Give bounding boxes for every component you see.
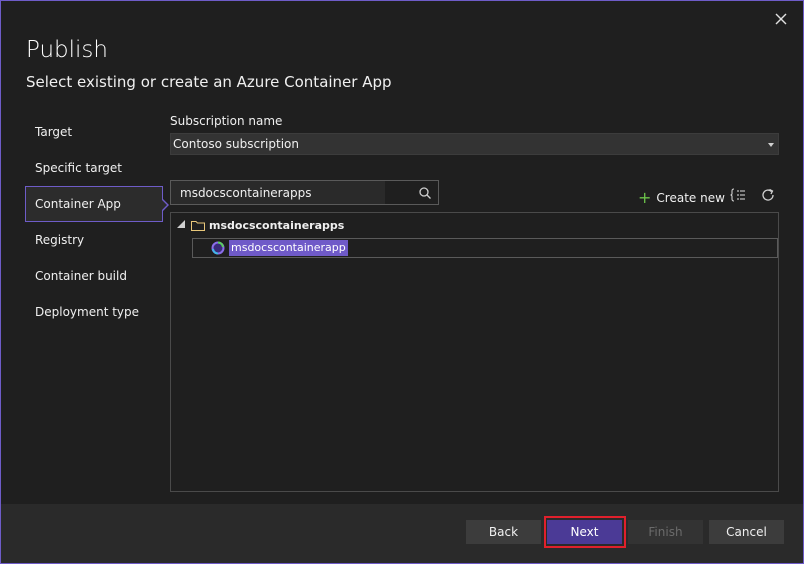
subscription-label: Subscription name — [170, 114, 283, 128]
wizard-steps-nav: Target Specific target Container App Reg… — [25, 114, 169, 330]
nav-item-label: Registry — [35, 233, 85, 247]
group-by-icon[interactable] — [730, 187, 746, 203]
subscription-dropdown[interactable]: Contoso subscription — [170, 133, 779, 155]
publish-dialog: Publish Select existing or create an Azu… — [0, 0, 804, 564]
nav-item-target[interactable]: Target — [25, 114, 163, 150]
nav-item-label: Specific target — [35, 161, 123, 175]
tree-group-label: msdocscontainerapps — [209, 219, 345, 232]
nav-item-registry[interactable]: Registry — [25, 222, 163, 258]
tree-item-container-app[interactable]: msdocscontainerapp — [192, 238, 778, 258]
cancel-button[interactable]: Cancel — [709, 520, 784, 544]
dialog-title: Publish — [26, 37, 108, 63]
nav-item-deployment-type[interactable]: Deployment type — [25, 294, 163, 330]
search-input[interactable] — [171, 181, 385, 204]
container-app-tree: msdocscontainerapps msdocscontainerapp — [170, 212, 779, 492]
nav-item-container-build[interactable]: Container build — [25, 258, 163, 294]
nav-item-label: Deployment type — [35, 305, 140, 319]
plus-icon: + — [638, 188, 652, 207]
search-icon[interactable] — [418, 186, 432, 200]
expand-arrow-icon[interactable] — [177, 220, 185, 228]
nav-item-label: Container App — [35, 197, 121, 211]
folder-icon — [191, 220, 205, 231]
close-icon[interactable] — [773, 11, 789, 27]
back-button[interactable]: Back — [466, 520, 541, 544]
chevron-down-icon — [768, 143, 774, 147]
finish-button: Finish — [628, 520, 703, 544]
nav-item-container-app[interactable]: Container App — [25, 186, 169, 222]
nav-item-label: Container build — [35, 269, 127, 283]
refresh-icon[interactable] — [760, 187, 776, 203]
tree-group-resource-group[interactable]: msdocscontainerapps — [177, 219, 344, 235]
search-box — [170, 180, 439, 205]
subscription-value: Contoso subscription — [173, 137, 299, 151]
next-button-highlight — [544, 516, 626, 548]
nav-item-specific-target[interactable]: Specific target — [25, 150, 163, 186]
create-new-label: Create new — [656, 191, 725, 205]
tree-item-label: msdocscontainerapp — [229, 240, 348, 256]
nav-item-label: Target — [35, 125, 73, 139]
container-app-icon — [211, 241, 225, 255]
create-new-button[interactable]: + Create new — [638, 187, 725, 207]
dialog-subtitle: Select existing or create an Azure Conta… — [26, 73, 392, 91]
